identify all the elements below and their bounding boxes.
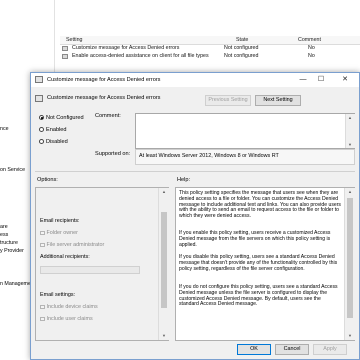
- help-paragraph: If you enable this policy setting, users…: [179, 230, 331, 248]
- close-button[interactable]: ✕: [337, 74, 353, 86]
- tree-item[interactable]: ess: [0, 232, 8, 238]
- policy-setting-icon: [35, 95, 43, 102]
- radio-not-configured[interactable]: Not Configured: [39, 115, 84, 121]
- policy-row[interactable]: Enable access-denied assistance on clien…: [60, 53, 360, 60]
- help-paragraph: If you do not configure this policy sett…: [179, 284, 338, 308]
- help-pane: This policy setting specifies the messag…: [175, 187, 355, 341]
- next-setting-button[interactable]: Next Setting: [255, 95, 301, 106]
- policy-state: Not configured: [224, 45, 259, 51]
- scroll-down-icon[interactable]: ▼: [346, 142, 354, 147]
- options-pane: Email recipients: Folder owner File serv…: [35, 187, 169, 341]
- ok-button[interactable]: OK: [237, 344, 271, 355]
- policy-name: Customize message for Access Denied erro…: [72, 45, 180, 51]
- tree-item[interactable]: are: [0, 224, 8, 230]
- additional-recipients-input[interactable]: [40, 266, 140, 274]
- column-header-state[interactable]: State: [236, 37, 248, 43]
- dialog-title: Customize message for Access Denied erro…: [47, 76, 161, 83]
- policy-comment: No: [308, 45, 315, 51]
- tree-item[interactable]: y Provider: [0, 248, 24, 254]
- checkbox-indicator: [40, 230, 45, 235]
- scroll-up-icon[interactable]: ▲: [346, 189, 354, 194]
- supported-on-value: At least Windows Server 2012, Windows 8 …: [139, 153, 279, 159]
- help-paragraph: If you disable this policy setting, user…: [179, 254, 338, 272]
- radio-indicator: [39, 127, 44, 132]
- checkbox-indicator: [40, 304, 45, 309]
- checkbox-indicator: [40, 316, 45, 321]
- comment-label: Comment:: [95, 113, 121, 119]
- policy-setting-dialog: Customize message for Access Denied erro…: [30, 72, 360, 360]
- apply-button[interactable]: Apply: [313, 344, 347, 355]
- email-recipients-label: Email recipients:: [40, 218, 80, 224]
- scrollbar-thumb[interactable]: [161, 212, 167, 308]
- radio-indicator: [39, 139, 44, 144]
- dialog-titlebar[interactable]: Customize message for Access Denied erro…: [31, 73, 359, 87]
- folder-owner-checkbox[interactable]: Folder owner: [40, 230, 78, 236]
- scrollbar[interactable]: ▲ ▼: [345, 114, 355, 148]
- setting-heading: Customize message for Access Denied erro…: [47, 95, 161, 101]
- options-scrollbar[interactable]: ▲ ▼: [158, 188, 169, 340]
- tree-item[interactable]: tructure: [0, 240, 18, 246]
- column-header-comment[interactable]: Comment: [298, 37, 321, 43]
- radio-selected-indicator: [39, 115, 44, 120]
- include-user-claims-checkbox[interactable]: Include user claims: [40, 316, 93, 322]
- policy-comment: No: [308, 53, 315, 59]
- policy-setting-icon: [62, 46, 68, 51]
- help-label: Help:: [177, 177, 191, 183]
- radio-disabled[interactable]: Disabled: [39, 139, 68, 145]
- cancel-button[interactable]: Cancel: [275, 344, 309, 355]
- scroll-down-icon[interactable]: ▼: [346, 333, 354, 338]
- help-paragraph: This policy setting specifies the messag…: [179, 190, 341, 220]
- divider: [35, 171, 355, 172]
- policy-state: Not configured: [224, 53, 259, 59]
- supported-on-label: Supported on:: [95, 151, 131, 157]
- tree-item[interactable]: on Service: [0, 167, 25, 173]
- scrollbar-thumb[interactable]: [347, 198, 353, 318]
- policy-row[interactable]: Customize message for Access Denied erro…: [60, 45, 360, 52]
- minimize-button[interactable]: —: [295, 74, 311, 86]
- tree-item[interactable]: nce: [0, 126, 9, 132]
- checkbox-indicator: [40, 242, 45, 247]
- tree-item[interactable]: n Managemen: [0, 281, 34, 287]
- radio-enabled[interactable]: Enabled: [39, 127, 67, 133]
- maximize-button[interactable]: ☐: [313, 74, 329, 86]
- email-settings-label: Email settings:: [40, 292, 76, 298]
- column-header-setting[interactable]: Setting: [66, 37, 83, 43]
- options-label: Options:: [37, 177, 58, 183]
- file-server-admin-checkbox[interactable]: File server administrator: [40, 242, 104, 248]
- previous-setting-button[interactable]: Previous Setting: [205, 95, 251, 106]
- supported-on-field: At least Windows Server 2012, Windows 8 …: [135, 149, 355, 165]
- scroll-up-icon[interactable]: ▲: [160, 189, 168, 194]
- scroll-up-icon[interactable]: ▲: [346, 115, 354, 120]
- comment-textarea[interactable]: ▲ ▼: [135, 113, 355, 149]
- policy-setting-icon: [35, 76, 43, 83]
- additional-recipients-label: Additional recipients:: [40, 254, 90, 260]
- include-device-claims-checkbox[interactable]: Include device claims: [40, 304, 98, 310]
- scroll-down-icon[interactable]: ▼: [160, 333, 168, 338]
- policy-list-header: Setting State Comment: [60, 36, 360, 45]
- policy-name: Enable access-denied assistance on clien…: [72, 53, 209, 59]
- help-scrollbar[interactable]: ▲ ▼: [344, 188, 355, 340]
- policy-setting-icon: [62, 54, 68, 59]
